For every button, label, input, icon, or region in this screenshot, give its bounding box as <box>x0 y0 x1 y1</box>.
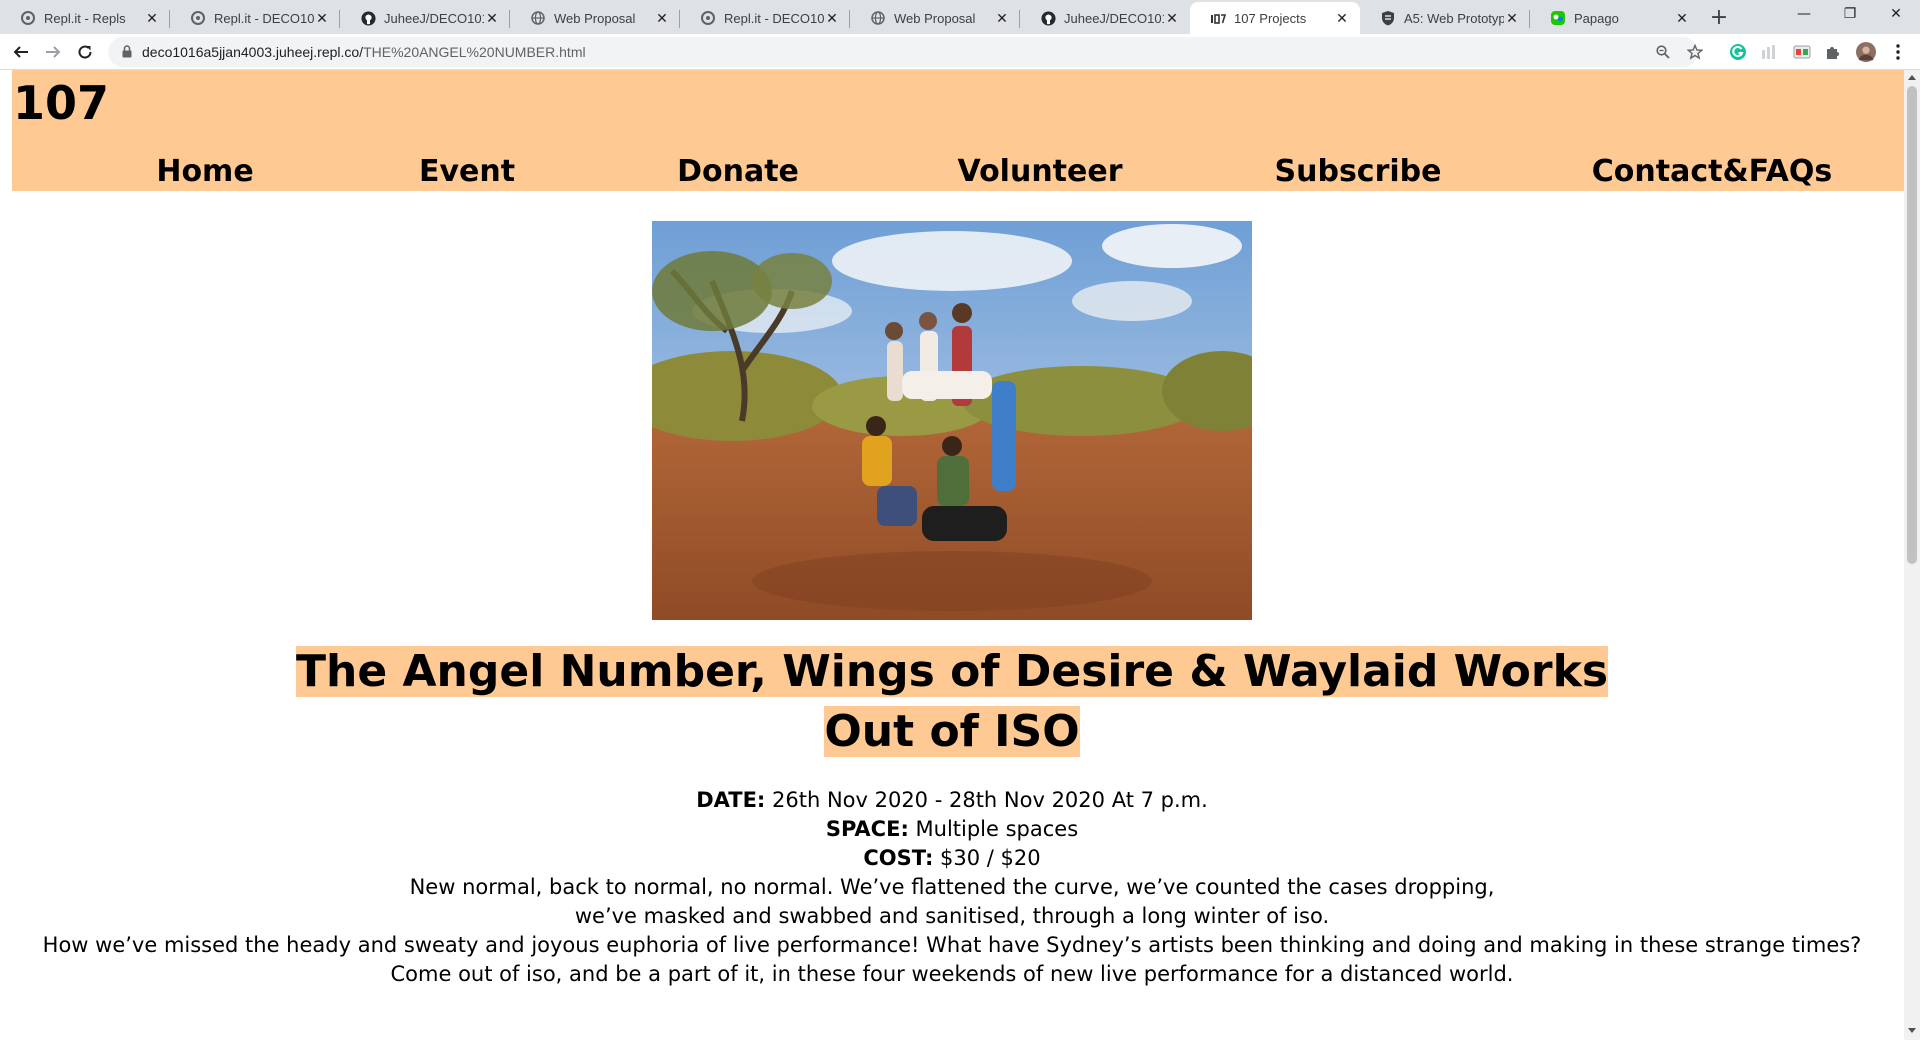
replit-icon <box>700 10 716 26</box>
scroll-thumb[interactable] <box>1907 86 1917 564</box>
nav-link-volunteer[interactable]: Volunteer <box>957 154 1122 189</box>
reload-button[interactable] <box>71 38 99 66</box>
menu-kebab-icon[interactable] <box>1888 42 1908 62</box>
reload-icon <box>78 45 92 59</box>
github-icon <box>1040 10 1056 26</box>
url-text: deco1016a5jjan4003.juheej.repl.co/THE%20… <box>142 37 586 67</box>
date-label: DATE: <box>696 788 766 812</box>
cost-value: $30 / $20 <box>933 846 1041 870</box>
site-header: 107 Home Event Donate Volunteer Subscrib… <box>12 70 1904 191</box>
new-tab-button[interactable]: + <box>1706 5 1732 31</box>
browser-tab[interactable]: JuheeJ/DECO1016_ ✕ <box>340 2 510 34</box>
papago-icon <box>1550 10 1566 26</box>
extension-icon[interactable] <box>1760 42 1780 62</box>
restore-button[interactable]: ❐ <box>1827 0 1873 28</box>
browser-tab[interactable]: A5: Web Prototype ✕ <box>1360 2 1530 34</box>
event-title-line2: Out of ISO <box>824 706 1080 757</box>
close-icon[interactable]: ✕ <box>1674 10 1690 26</box>
browser-tab[interactable]: Repl.it - Repls ✕ <box>0 2 170 34</box>
back-arrow-icon <box>13 46 28 58</box>
site-logo[interactable]: 107 <box>13 76 109 130</box>
tab-title: JuheeJ/DECO1016_ <box>1064 10 1164 26</box>
close-icon[interactable]: ✕ <box>1334 10 1350 26</box>
replit-icon <box>20 10 36 26</box>
zoom-icon[interactable] <box>1654 43 1672 61</box>
event-space: SPACE: Multiple spaces <box>0 815 1904 844</box>
nav-link-contact-faqs[interactable]: Contact&FAQs <box>1592 154 1832 189</box>
close-icon[interactable]: ✕ <box>1164 10 1180 26</box>
url-path: THE%20ANGEL%20NUMBER.html <box>363 44 586 60</box>
globe-icon <box>870 10 886 26</box>
site-107-icon <box>1210 10 1226 26</box>
tab-title: Web Proposal <box>554 10 636 26</box>
tab-title: JuheeJ/DECO1016_ <box>384 10 484 26</box>
space-label: SPACE: <box>825 817 909 841</box>
avatar[interactable] <box>1856 42 1876 62</box>
tab-title: Repl.it - Repls <box>44 10 126 26</box>
close-icon[interactable]: ✕ <box>144 10 160 26</box>
tab-title: Repl.it - DECO1016 <box>724 10 824 26</box>
description-line: Come out of iso, and be a part of it, in… <box>390 962 1514 986</box>
github-icon <box>360 10 376 26</box>
close-icon[interactable]: ✕ <box>1504 10 1520 26</box>
close-icon[interactable]: ✕ <box>654 10 670 26</box>
description-line: we’ve masked and swabbed and sanitised, … <box>574 904 1330 928</box>
browser-tab-strip: Repl.it - Repls ✕ Repl.it - DECO1016 ✕ J… <box>0 0 1920 34</box>
browser-tab[interactable]: Papago ✕ <box>1530 2 1700 34</box>
close-icon[interactable]: ✕ <box>484 10 500 26</box>
event-title-line1: The Angel Number, Wings of Desire & Wayl… <box>295 646 1609 697</box>
puzzle-icon[interactable] <box>1823 42 1843 62</box>
url-host: deco1016a5jjan4003.juheej.repl.co/ <box>142 44 364 60</box>
shield-icon <box>1380 10 1396 26</box>
event-cost: COST: $30 / $20 <box>0 844 1904 873</box>
minimize-button[interactable]: — <box>1781 0 1827 28</box>
nav-link-event[interactable]: Event <box>419 154 515 189</box>
tab-title: Web Proposal <box>894 10 976 26</box>
tab-title: 107 Projects <box>1234 10 1307 26</box>
replit-icon <box>190 10 206 26</box>
page-viewport: 107 Home Event Donate Volunteer Subscrib… <box>0 70 1904 1040</box>
event-info: DATE: 26th Nov 2020 - 28th Nov 2020 At 7… <box>0 786 1904 989</box>
scroll-down-arrow-icon[interactable] <box>1908 1028 1916 1033</box>
nav-link-subscribe[interactable]: Subscribe <box>1275 154 1442 189</box>
description-line: How we’ve missed the heady and sweaty an… <box>42 933 1862 957</box>
tab-title: Repl.it - DECO1016 <box>214 10 314 26</box>
grammarly-icon[interactable] <box>1728 42 1748 62</box>
browser-tab[interactable]: Web Proposal ✕ <box>510 2 680 34</box>
forward-button[interactable] <box>39 38 67 66</box>
globe-icon <box>530 10 546 26</box>
browser-tab-active[interactable]: 107 Projects ✕ <box>1190 2 1360 34</box>
browser-tab[interactable]: Repl.it - DECO1016 ✕ <box>170 2 340 34</box>
event-date: DATE: 26th Nov 2020 - 28th Nov 2020 At 7… <box>0 786 1904 815</box>
back-button[interactable] <box>7 38 35 66</box>
nav-link-home[interactable]: Home <box>156 154 253 189</box>
vertical-scrollbar[interactable] <box>1904 70 1920 1040</box>
date-value: 26th Nov 2020 - 28th Nov 2020 At 7 p.m. <box>765 788 1208 812</box>
nav-link-donate[interactable]: Donate <box>677 154 799 189</box>
description-line: New normal, back to normal, no normal. W… <box>409 875 1495 899</box>
forward-arrow-icon <box>46 46 61 58</box>
close-icon[interactable]: ✕ <box>994 10 1010 26</box>
close-icon[interactable]: ✕ <box>314 10 330 26</box>
space-value: Multiple spaces <box>908 817 1079 841</box>
browser-toolbar: deco1016a5jjan4003.juheej.repl.co/THE%20… <box>0 34 1920 70</box>
browser-tab[interactable]: Repl.it - DECO1016 ✕ <box>680 2 850 34</box>
tab-title: A5: Web Prototype <box>1404 10 1504 26</box>
scroll-up-arrow-icon[interactable] <box>1908 75 1916 80</box>
event-hero-image <box>652 221 1252 620</box>
bookmark-star-icon[interactable] <box>1686 43 1704 61</box>
browser-tab[interactable]: JuheeJ/DECO1016_ ✕ <box>1020 2 1190 34</box>
browser-tab[interactable]: Web Proposal ✕ <box>850 2 1020 34</box>
window-close-button[interactable]: ✕ <box>1873 0 1919 28</box>
extension-icon[interactable] <box>1792 42 1812 62</box>
address-bar[interactable]: deco1016a5jjan4003.juheej.repl.co/THE%20… <box>108 37 1703 67</box>
cost-label: COST: <box>863 846 934 870</box>
close-icon[interactable]: ✕ <box>824 10 840 26</box>
tab-title: Papago <box>1574 10 1619 26</box>
lock-icon <box>122 45 132 58</box>
event-title: The Angel Number, Wings of Desire & Wayl… <box>0 642 1904 762</box>
